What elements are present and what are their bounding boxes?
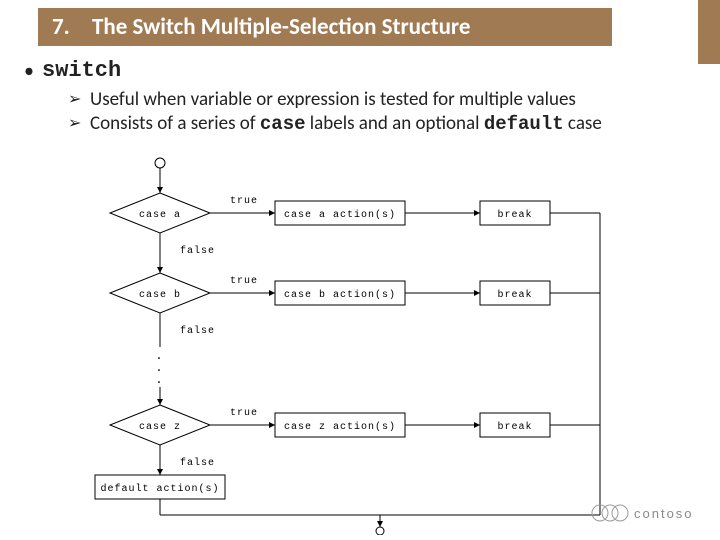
sub-bullet-2: ➢ Consists of a series of case labels an… — [68, 112, 684, 136]
break-b: break — [497, 289, 532, 301]
false-label-b: false — [180, 325, 215, 337]
true-label-a: true — [230, 196, 258, 207]
sub-text-2: Consists of a series of case labels and … — [90, 112, 602, 136]
accent-strip — [698, 0, 720, 64]
case-a-label: case a — [139, 210, 181, 221]
brand-text: contoso — [634, 506, 694, 521]
sub-bullet-1: ➢ Useful when variable or expression is … — [68, 88, 684, 112]
bullet-list: • switch ➢ Useful when variable or expre… — [24, 58, 684, 136]
arrow-icon: ➢ — [68, 88, 90, 112]
title-band: 7. The Switch Multiple-Selection Structu… — [38, 8, 612, 46]
sub-text-1: Useful when variable or expression is te… — [90, 88, 576, 112]
case-b-action: case b action(s) — [284, 289, 396, 301]
break-a: break — [497, 209, 532, 221]
case-z-label: case z — [139, 422, 181, 433]
flowchart: case a true case a action(s) break false… — [60, 155, 660, 535]
sub-bullets: ➢ Useful when variable or expression is … — [68, 88, 684, 136]
arrow-icon: ➢ — [68, 112, 90, 136]
case-z-action: case z action(s) — [284, 421, 396, 433]
false-label-z: false — [180, 457, 215, 469]
bullet-keyword: switch — [42, 58, 121, 83]
bullet-dot-icon: • — [24, 58, 42, 84]
title-text: The Switch Multiple-Selection Structure — [92, 13, 470, 41]
false-label-a: false — [180, 245, 215, 257]
true-label-z: true — [230, 408, 258, 419]
default-action: default action(s) — [100, 483, 219, 495]
case-a-action: case a action(s) — [284, 209, 396, 221]
flowchart-svg: case a true case a action(s) break false… — [60, 155, 660, 535]
case-b-label: case b — [139, 289, 181, 301]
svg-text:.: . — [155, 373, 164, 387]
bullet-main: • switch — [24, 58, 684, 84]
break-z: break — [497, 421, 532, 433]
true-label-b: true — [230, 276, 258, 287]
brand-logo: contoso — [590, 500, 700, 526]
title-number: 7. — [52, 13, 92, 41]
